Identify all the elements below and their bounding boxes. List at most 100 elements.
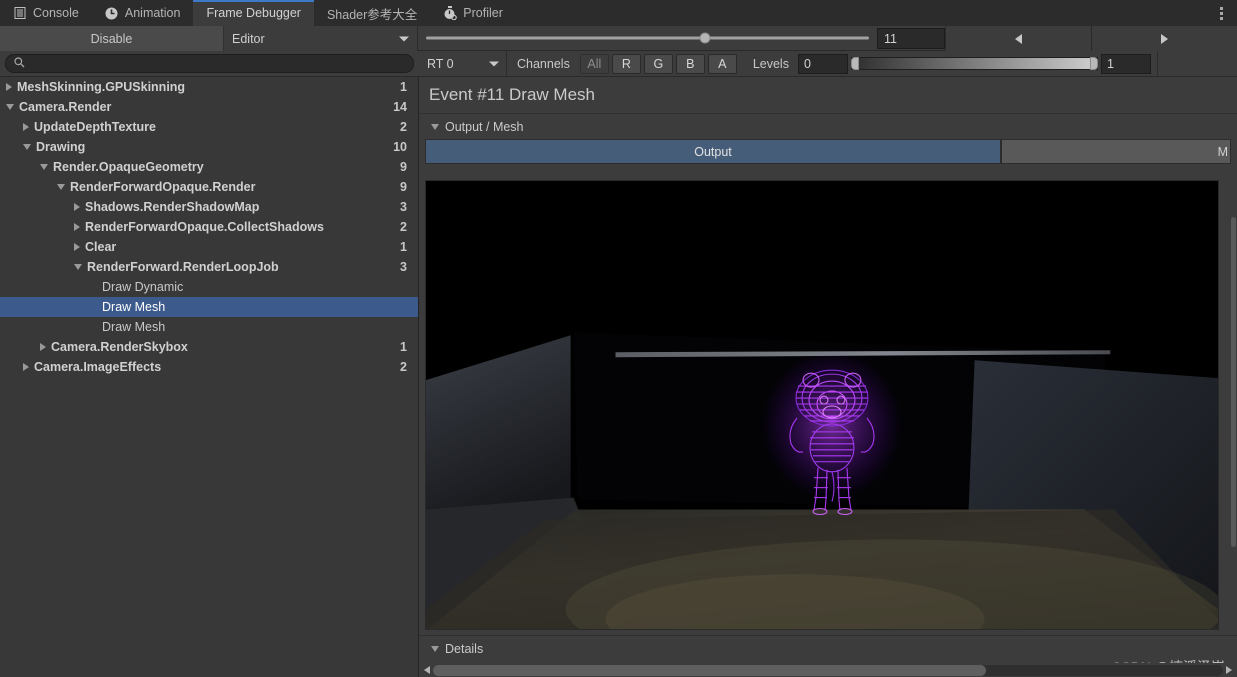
triangle-right-icon[interactable] [6, 83, 12, 91]
channel-label: All [587, 57, 601, 71]
scroll-right-icon[interactable] [1226, 666, 1232, 674]
tree-row[interactable]: MeshSkinning.GPUSkinning1 [0, 77, 418, 97]
output-mesh-foldout-label: Output / Mesh [445, 120, 524, 134]
triangle-right-icon[interactable] [40, 343, 46, 351]
tab-console[interactable]: Console [0, 0, 92, 26]
tree-row[interactable]: Camera.ImageEffects2 [0, 357, 418, 377]
levels-min-handle[interactable] [851, 57, 859, 70]
channel-button-all[interactable]: All [580, 54, 609, 74]
frame-slider-handle[interactable] [700, 33, 711, 44]
render-target-label: RT 0 [427, 57, 454, 71]
tree-row[interactable]: Clear1 [0, 237, 418, 257]
previous-event-button[interactable] [945, 26, 1091, 51]
tab-frame-debugger[interactable]: Frame Debugger [193, 0, 314, 26]
tree-row[interactable]: RenderForwardOpaque.Render9 [0, 177, 418, 197]
tab-mesh[interactable]: M [1001, 139, 1231, 164]
channel-buttons: All R G B A [580, 54, 737, 74]
horizontal-scrollbar[interactable] [419, 665, 1237, 676]
window-tab-bar: Console Animation Frame Debugger Shader参… [0, 0, 1237, 26]
scrollbar-left-gap [0, 663, 419, 677]
tree-row-label: Clear [85, 240, 400, 254]
event-details-panel: Event #11 Draw Mesh Output / Mesh Output… [419, 77, 1237, 677]
triangle-left-icon [1015, 34, 1022, 44]
tree-row[interactable]: UpdateDepthTexture2 [0, 117, 418, 137]
chevron-down-icon [489, 61, 499, 66]
tree-row[interactable]: Shadows.RenderShadowMap3 [0, 197, 418, 217]
search-row [0, 51, 419, 77]
render-target-dropdown[interactable]: RT 0 [419, 51, 507, 77]
frame-slider[interactable] [426, 26, 869, 51]
channel-button-b[interactable]: B [676, 54, 705, 74]
tab-label: Profiler [463, 6, 503, 20]
triangle-right-icon[interactable] [74, 243, 80, 251]
tree-row[interactable]: Drawing10 [0, 137, 418, 157]
levels-range-slider[interactable] [851, 57, 1098, 70]
levels-max-handle[interactable] [1090, 57, 1098, 70]
triangle-right-icon[interactable] [23, 123, 29, 131]
tree-row-count: 1 [400, 80, 418, 94]
tree-row-count: 2 [400, 360, 418, 374]
tree-row-count: 9 [400, 180, 418, 194]
tree-row[interactable]: Draw Dynamic [0, 277, 418, 297]
triangle-down-icon[interactable] [74, 264, 82, 270]
more-vertical-icon[interactable] [1211, 0, 1231, 26]
tree-row-label: RenderForwardOpaque.CollectShadows [85, 220, 400, 234]
frame-number-field[interactable]: 11 [877, 28, 945, 49]
tree-row-label: Shadows.RenderShadowMap [85, 200, 400, 214]
toolbar-divider [1157, 51, 1158, 77]
tree-row-label: Camera.Render [19, 100, 393, 114]
search-field[interactable] [5, 54, 414, 73]
render-preview-image [426, 181, 1218, 629]
tree-row-count: 10 [393, 140, 418, 154]
frame-slider-container [418, 26, 877, 50]
horizontal-scrollbar-thumb[interactable] [433, 665, 986, 676]
vertical-scrollbar-thumb[interactable] [1231, 217, 1236, 547]
triangle-right-icon[interactable] [74, 203, 80, 211]
tree-row-label: Draw Mesh [102, 320, 407, 334]
channels-label: Channels [507, 57, 580, 71]
triangle-down-icon[interactable] [57, 184, 65, 190]
tree-row[interactable]: Render.OpaqueGeometry9 [0, 157, 418, 177]
output-mesh-foldout[interactable]: Output / Mesh [419, 114, 1237, 139]
target-dropdown[interactable]: Editor [224, 26, 418, 51]
tab-label: Shader参考大全 [327, 4, 417, 23]
tab-shader-reference[interactable]: Shader参考大全 [314, 0, 430, 26]
tab-profiler[interactable]: Profiler [430, 0, 516, 26]
tree-row[interactable]: Camera.Render14 [0, 97, 418, 117]
triangle-right-icon[interactable] [23, 363, 29, 371]
tree-row[interactable]: Draw Mesh [0, 317, 418, 337]
event-tree[interactable]: MeshSkinning.GPUSkinning1Camera.Render14… [0, 77, 419, 677]
horizontal-scrollbar-track[interactable] [433, 665, 1223, 676]
tree-row[interactable]: Camera.RenderSkybox1 [0, 337, 418, 357]
details-foldout-label: Details [445, 642, 483, 656]
levels-label: Levels [737, 57, 798, 71]
levels-max-field[interactable]: 1 [1101, 54, 1151, 74]
tree-row-count: 3 [400, 200, 418, 214]
triangle-down-icon[interactable] [6, 104, 14, 110]
render-output-viewport[interactable] [425, 180, 1219, 630]
channel-button-r[interactable]: R [612, 54, 641, 74]
search-input[interactable] [30, 58, 405, 70]
tab-output-label: Output [694, 145, 732, 159]
triangle-down-icon[interactable] [23, 144, 31, 150]
triangle-down-icon[interactable] [40, 164, 48, 170]
tree-row[interactable]: RenderForward.RenderLoopJob3 [0, 257, 418, 277]
disable-button-label: Disable [91, 32, 133, 46]
channel-label: G [653, 57, 663, 71]
scroll-left-icon[interactable] [424, 666, 430, 674]
channel-button-g[interactable]: G [644, 54, 673, 74]
vertical-scrollbar[interactable] [1230, 217, 1237, 547]
tab-output[interactable]: Output [425, 139, 1001, 164]
disable-button[interactable]: Disable [0, 26, 224, 51]
tree-row-count: 3 [400, 260, 418, 274]
tree-row-count: 1 [400, 240, 418, 254]
tree-row-label: RenderForward.RenderLoopJob [87, 260, 400, 274]
tree-row-label: Drawing [36, 140, 393, 154]
tree-row[interactable]: Draw Mesh [0, 297, 418, 317]
tab-animation[interactable]: Animation [92, 0, 194, 26]
triangle-right-icon[interactable] [74, 223, 80, 231]
next-event-button[interactable] [1091, 26, 1237, 51]
channel-button-a[interactable]: A [708, 54, 737, 74]
tree-row[interactable]: RenderForwardOpaque.CollectShadows2 [0, 217, 418, 237]
levels-min-field[interactable]: 0 [798, 54, 848, 74]
